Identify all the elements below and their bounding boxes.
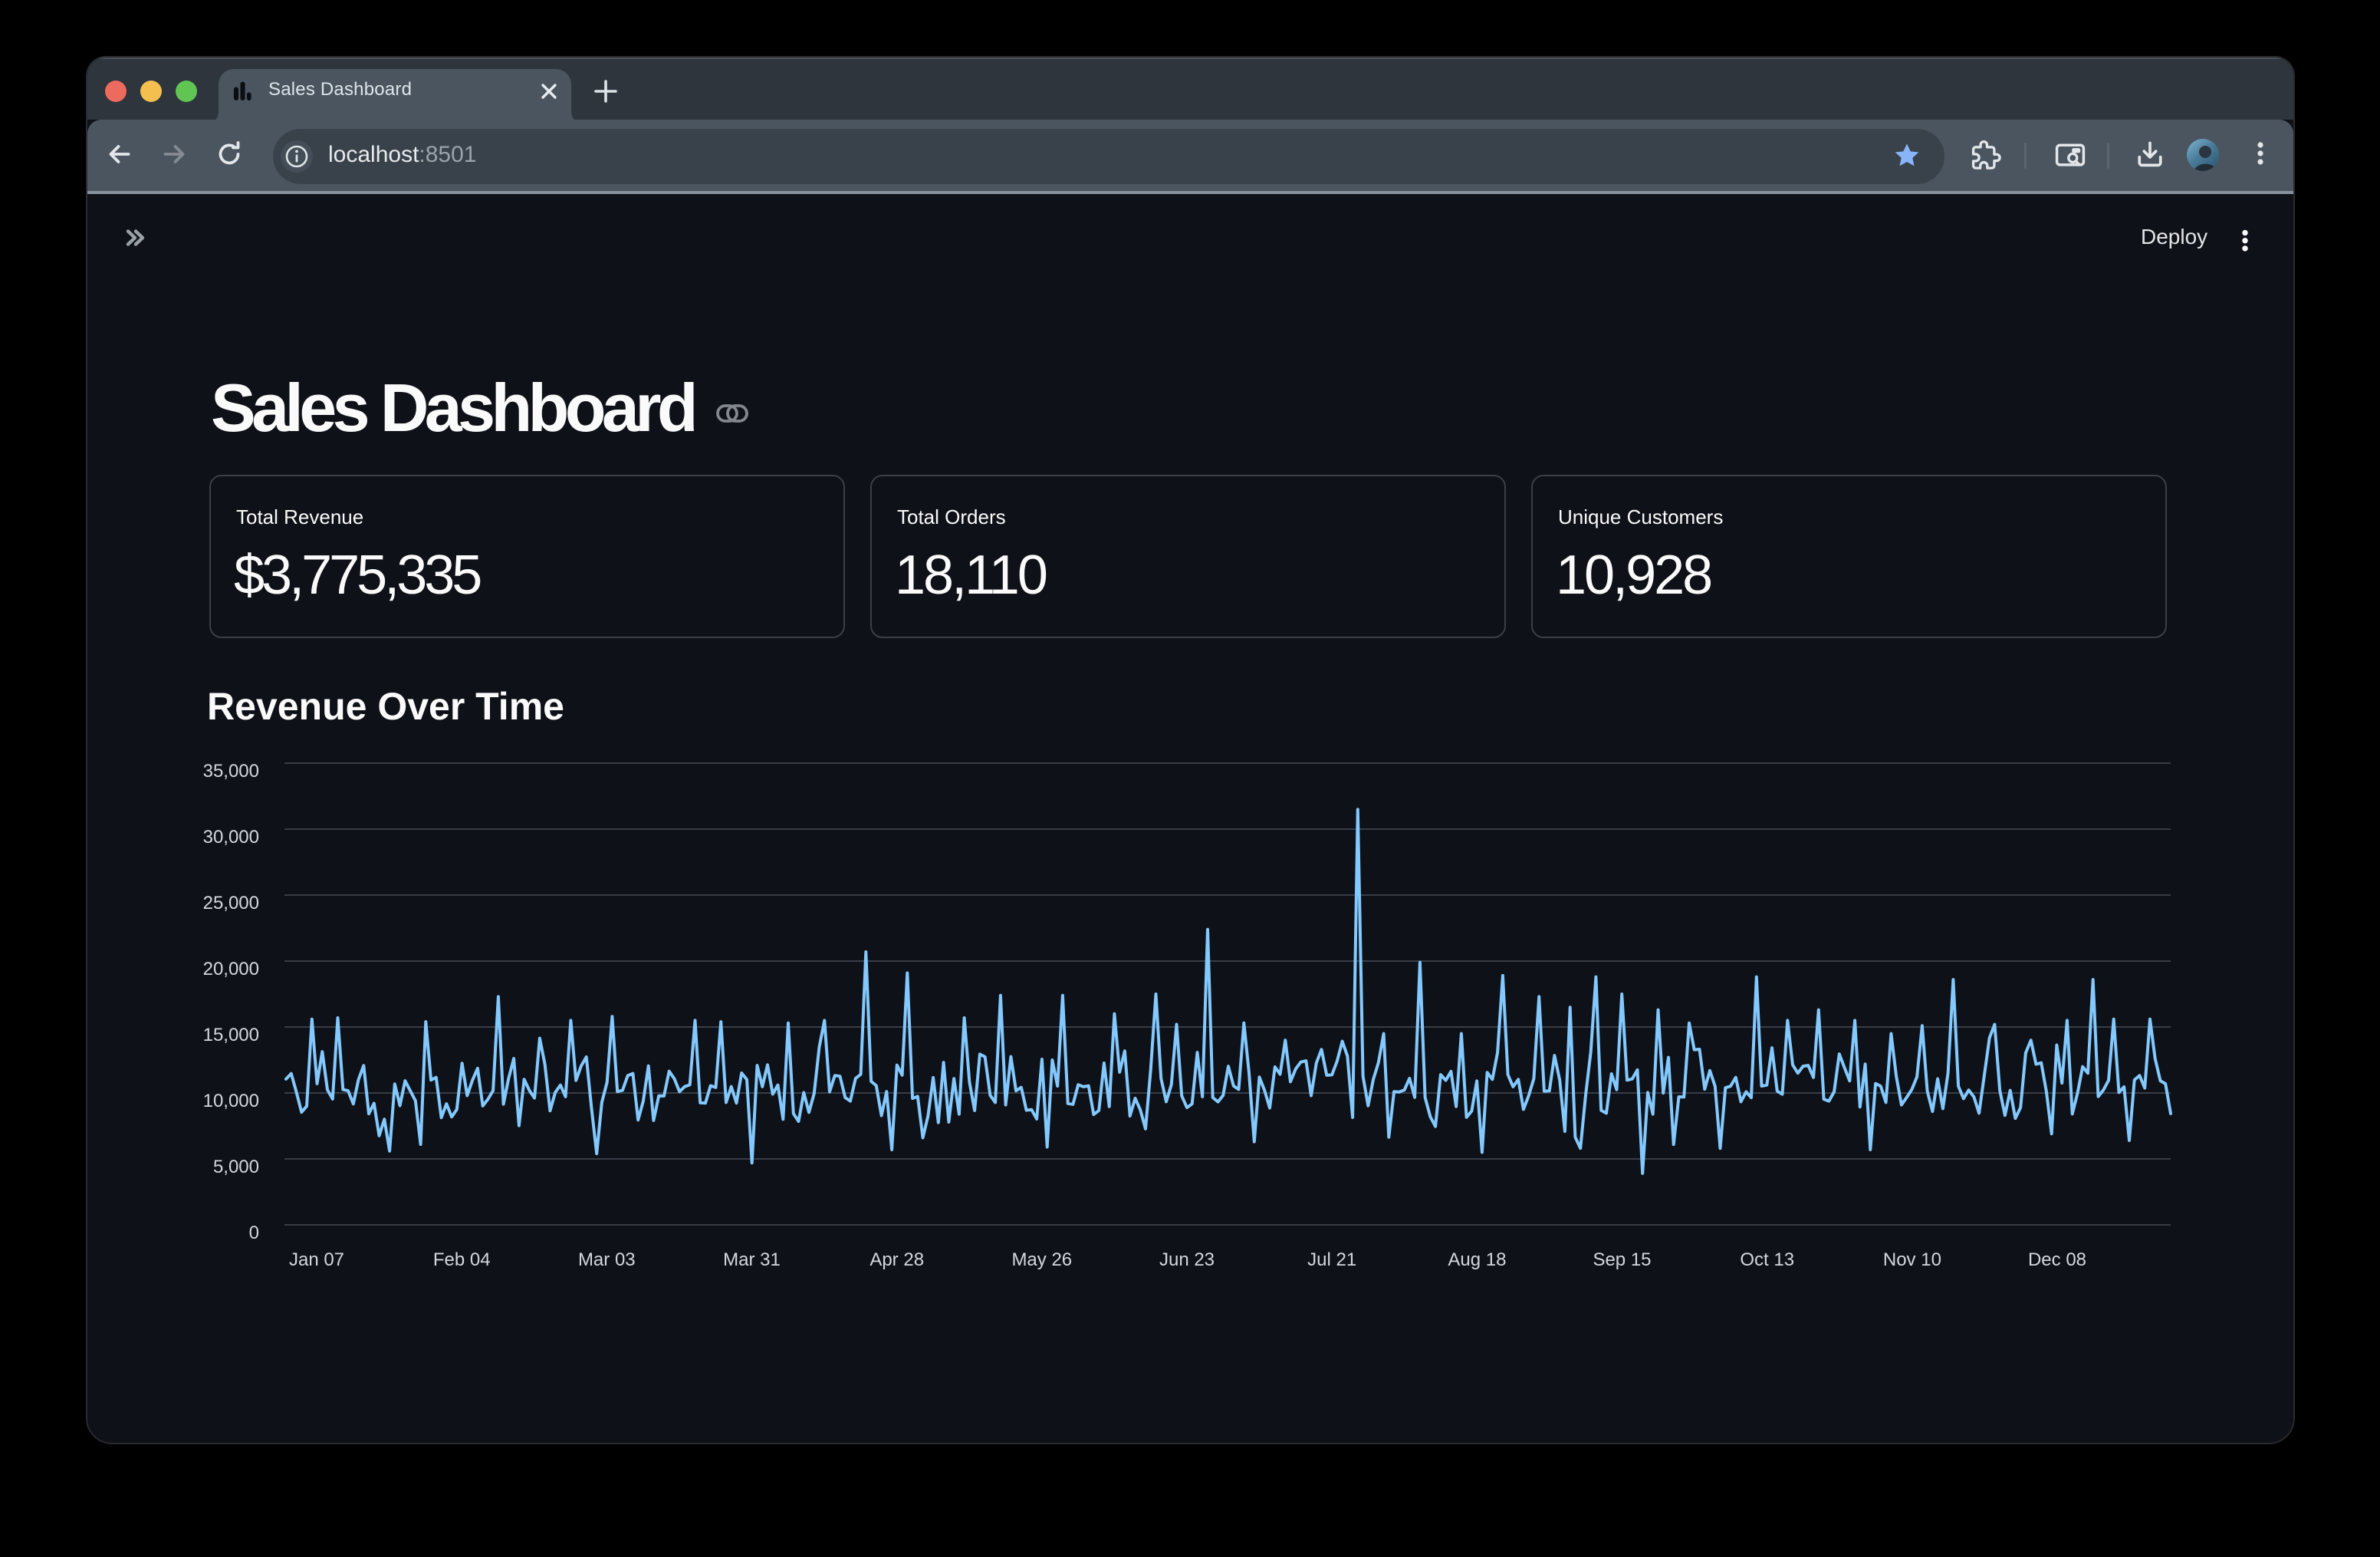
svg-text:Dec 08: Dec 08 [2028, 1249, 2086, 1270]
svg-text:15,000: 15,000 [203, 1025, 259, 1045]
svg-text:Oct 13: Oct 13 [1740, 1249, 1794, 1270]
svg-text:35,000: 35,000 [203, 761, 259, 782]
svg-text:10,000: 10,000 [203, 1091, 259, 1111]
svg-text:20,000: 20,000 [203, 959, 259, 979]
svg-text:Feb 04: Feb 04 [433, 1249, 491, 1270]
svg-text:Apr 28: Apr 28 [869, 1249, 924, 1270]
svg-text:Jun 23: Jun 23 [1159, 1249, 1215, 1270]
svg-text:30,000: 30,000 [203, 827, 259, 848]
svg-text:Jan 07: Jan 07 [289, 1249, 344, 1270]
svg-text:5,000: 5,000 [213, 1157, 259, 1177]
svg-text:Mar 03: Mar 03 [578, 1249, 636, 1270]
svg-text:0: 0 [249, 1223, 259, 1243]
svg-text:25,000: 25,000 [203, 893, 259, 913]
svg-text:Nov 10: Nov 10 [1883, 1249, 1941, 1270]
svg-text:May 26: May 26 [1011, 1249, 1072, 1270]
svg-text:Jul 21: Jul 21 [1307, 1249, 1356, 1270]
svg-text:Aug 18: Aug 18 [1448, 1249, 1506, 1270]
svg-text:Mar 31: Mar 31 [723, 1249, 781, 1270]
svg-text:Sep 15: Sep 15 [1593, 1249, 1651, 1270]
